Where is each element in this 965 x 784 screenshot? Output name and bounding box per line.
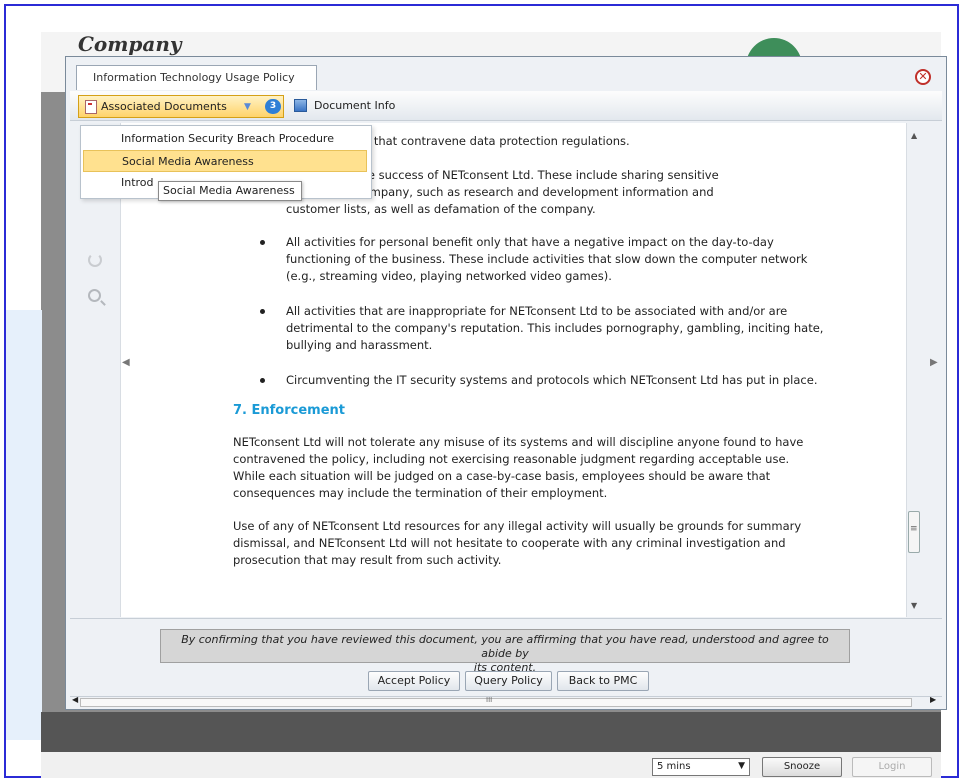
accept-policy-button[interactable]: Accept Policy xyxy=(368,671,460,691)
company-logo: Company xyxy=(78,32,182,56)
close-icon[interactable]: ✕ xyxy=(915,69,931,85)
horizontal-scrollbar[interactable]: ◀ ▶ xyxy=(70,695,942,708)
paragraph-line: consequences may include the termination… xyxy=(233,486,608,500)
dialog-footer: By confirming that you have reviewed thi… xyxy=(70,618,942,696)
confirmation-notice: By confirming that you have reviewed thi… xyxy=(160,629,850,674)
paragraph-line: While each situation will be judged on a… xyxy=(233,469,771,483)
chevron-down-icon: ▼ xyxy=(244,102,251,112)
bullet-line: All activities that are inappropriate fo… xyxy=(286,304,788,318)
toolbar: Associated Documents ▼ 3 Document Info xyxy=(70,91,942,121)
background-side-panel xyxy=(6,310,42,740)
bullet-icon xyxy=(260,378,265,383)
scrollbar-thumb[interactable] xyxy=(908,511,920,553)
info-icon xyxy=(294,99,307,112)
scroll-down-icon[interactable]: ▼ xyxy=(911,601,917,610)
snooze-duration-value: 5 mins xyxy=(657,761,691,772)
back-to-pmc-button[interactable]: Back to PMC xyxy=(557,671,649,691)
menu-item-social-media[interactable]: Social Media Awareness xyxy=(83,150,367,172)
bullet-line: All activities for personal benefit only… xyxy=(286,235,774,249)
scroll-left-icon[interactable]: ◀ xyxy=(72,695,78,704)
associated-documents-button[interactable]: Associated Documents ▼ 3 xyxy=(78,95,284,118)
bullet-line: bullying and harassment. xyxy=(286,338,433,352)
tooltip: Social Media Awareness xyxy=(158,181,302,201)
bullet-line: (e.g., streaming video, playing networke… xyxy=(286,269,612,283)
scrollbar-thumb[interactable] xyxy=(80,696,912,707)
query-policy-button[interactable]: Query Policy xyxy=(465,671,552,691)
snooze-button[interactable]: Snooze xyxy=(762,757,842,777)
collapse-right-icon[interactable]: ▶ xyxy=(930,357,938,368)
document-icon xyxy=(85,100,97,114)
login-button[interactable]: Login xyxy=(852,757,932,777)
paragraph-line: prosecution that may result from such ac… xyxy=(233,553,502,567)
bullet-icon xyxy=(260,309,265,314)
tab-policy-title[interactable]: Information Technology Usage Policy xyxy=(76,65,317,90)
chevron-down-icon: ▼ xyxy=(738,761,745,771)
scroll-up-icon[interactable]: ▲ xyxy=(911,131,917,140)
snooze-duration-select[interactable]: 5 mins ▼ xyxy=(652,758,750,776)
right-side-panel xyxy=(922,123,942,617)
collapse-left-icon[interactable]: ◀ xyxy=(122,357,130,368)
confirmation-text: By confirming that you have reviewed thi… xyxy=(181,633,829,660)
policy-dialog: Information Technology Usage Policy ✕ As… xyxy=(65,56,947,710)
bullet-icon xyxy=(260,240,265,245)
bullet-line: functioning of the business. These inclu… xyxy=(286,252,808,266)
document-text-line: customer lists, as well as defamation of… xyxy=(286,202,596,216)
vertical-scrollbar[interactable]: ▲ ▼ xyxy=(906,123,923,617)
paragraph: Use of any of NETconsent Ltd resources f… xyxy=(233,518,827,569)
background-status-strip xyxy=(41,712,941,752)
bullet-line: detrimental to the company's reputation.… xyxy=(286,321,824,335)
document-count-badge: 3 xyxy=(265,99,281,114)
paragraph: NETconsent Ltd will not tolerate any mis… xyxy=(233,434,827,502)
search-icon[interactable] xyxy=(88,289,101,302)
paragraph-line: dismissal, and NETconsent Ltd will not h… xyxy=(233,536,786,550)
section-heading: 7. Enforcement xyxy=(233,403,345,418)
bullet-line: Circumventing the IT security systems an… xyxy=(286,373,818,387)
menu-item-security-breach[interactable]: Information Security Breach Procedure xyxy=(83,128,367,150)
refresh-icon[interactable] xyxy=(88,253,102,267)
document-info-label: Document Info xyxy=(314,99,396,112)
associated-documents-label: Associated Documents xyxy=(101,100,227,113)
paragraph-line: contravened the policy, including not ex… xyxy=(233,452,790,466)
scroll-right-icon[interactable]: ▶ xyxy=(930,695,936,704)
document-info-button[interactable]: Document Info xyxy=(294,99,395,112)
paragraph-line: NETconsent Ltd will not tolerate any mis… xyxy=(233,435,804,449)
paragraph-line: Use of any of NETconsent Ltd resources f… xyxy=(233,519,802,533)
